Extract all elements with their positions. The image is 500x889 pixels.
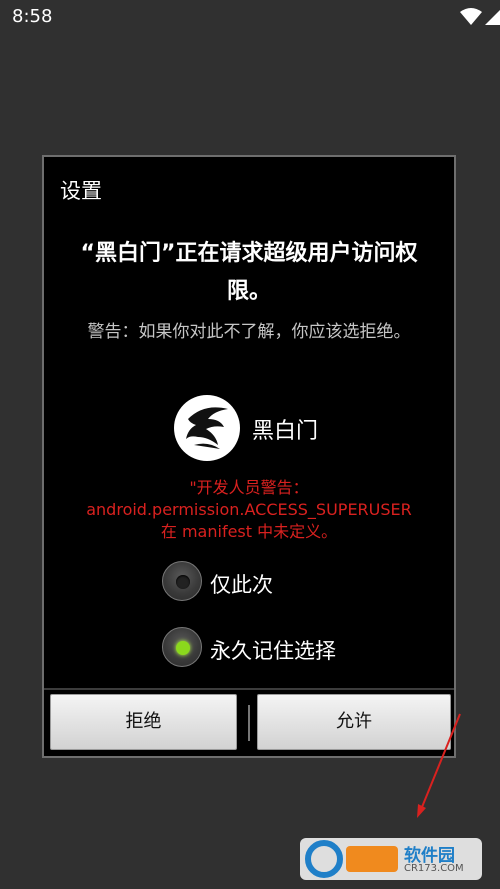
option-label: 永久记住选择	[210, 639, 336, 663]
annotation-arrow-icon	[417, 713, 461, 818]
radio-button[interactable]	[162, 561, 202, 601]
watermark-url: CR173.COM	[404, 863, 464, 874]
clock: 8:58	[12, 6, 53, 27]
option-label: 仅此次	[210, 573, 273, 597]
radio-button[interactable]	[162, 627, 202, 667]
dialog-title: 设置	[60, 179, 102, 203]
signal-icon	[485, 10, 500, 25]
button-divider	[44, 688, 454, 690]
app-name: 黑白门	[252, 419, 319, 444]
watermark: 软件园 CR173.COM	[300, 838, 482, 880]
dev-warning-line: "开发人员警告：	[189, 478, 309, 497]
button-separator	[248, 705, 250, 741]
dev-warning-line: android.permission.ACCESS_SUPERUSER	[86, 500, 412, 519]
app-logo-icon	[174, 395, 240, 461]
warning-text: 警告：如果你对此不了解，你应该选拒绝。	[87, 322, 411, 342]
status-bar: 8:58	[0, 0, 500, 34]
request-heading: “黑白门”正在请求超级用户访问权限。	[80, 241, 418, 304]
superuser-dialog: 设置 “黑白门”正在请求超级用户访问权限。 警告：如果你对此不了解，你应该选拒绝…	[42, 155, 461, 818]
radio-indicator	[176, 641, 190, 655]
reject-button[interactable]: 拒绝	[50, 694, 237, 750]
wifi-icon	[460, 8, 482, 25]
developer-warning: "开发人员警告： android.permission.ACCESS_SUPER…	[44, 477, 454, 543]
radio-indicator	[176, 575, 190, 589]
dev-warning-line: 在 manifest 中未定义。	[160, 522, 338, 541]
